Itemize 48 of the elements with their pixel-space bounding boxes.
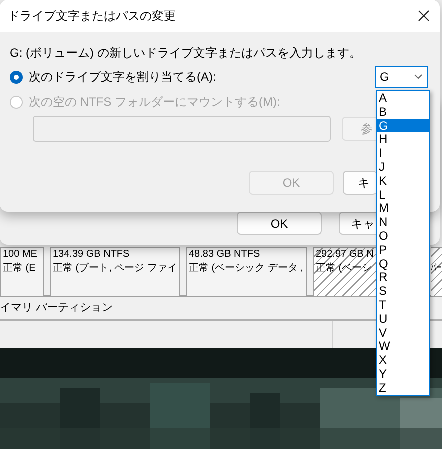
- partition-status: 正常 (E: [3, 262, 36, 276]
- drive-letter-option[interactable]: G: [377, 118, 429, 132]
- partition-block[interactable]: 100 ME 正常 (E: [0, 247, 44, 297]
- drive-letter-option[interactable]: W: [377, 339, 429, 354]
- dialog-button[interactable]: OK: [237, 212, 322, 235]
- drive-letter-option[interactable]: R: [377, 270, 429, 284]
- radio-label: 次のドライブ文字を割り当てる(A):: [29, 69, 216, 86]
- radio-label: 次の空の NTFS フォルダーにマウントする(M):: [29, 94, 280, 111]
- window-title: ドライブ文字またはパスの変更: [8, 8, 176, 25]
- drive-letter-dropdown[interactable]: G: [375, 66, 428, 88]
- partition-block[interactable]: パー: [431, 247, 442, 297]
- drive-letter-option[interactable]: Y: [377, 366, 429, 381]
- drive-letter-option[interactable]: P: [377, 242, 429, 257]
- drive-letter-option[interactable]: N: [377, 215, 429, 229]
- partition-size: 292.97 GB N: [316, 248, 374, 261]
- drive-letter-option[interactable]: Q: [377, 256, 429, 270]
- partition-block[interactable]: 134.39 GB NTFS 正常 (ブート, ページ ファイ: [50, 247, 180, 297]
- drive-letter-option[interactable]: B: [377, 104, 429, 119]
- drive-letter-option[interactable]: M: [377, 201, 429, 216]
- partition-block[interactable]: 48.83 GB NTFS 正常 (ベーシック データ ,: [186, 247, 307, 297]
- drive-letter-option[interactable]: S: [377, 284, 429, 298]
- drive-letter-option[interactable]: K: [377, 174, 429, 188]
- drive-letter-option[interactable]: I: [377, 146, 429, 160]
- partition-size: 100 ME: [3, 248, 38, 261]
- drive-letter-option[interactable]: O: [377, 228, 429, 243]
- close-icon[interactable]: [418, 10, 430, 22]
- drive-letter-option[interactable]: A: [377, 91, 429, 105]
- partition-size: 48.83 GB NTFS: [189, 248, 260, 261]
- chevron-down-icon: [414, 74, 423, 80]
- partition-status: 正常 (ブート, ページ ファイ: [53, 262, 178, 276]
- legend-label: イマリ パーティション: [0, 300, 114, 316]
- instruction-text: G: (ボリューム) の新しいドライブ文字またはパスを入力します。: [10, 45, 362, 62]
- drive-letter-option[interactable]: T: [377, 298, 429, 312]
- partition-status: 正常 (ベーシ: [316, 262, 372, 276]
- partition-block[interactable]: 292.97 GB N 正常 (ベーシ: [313, 247, 376, 297]
- radio-button[interactable]: [10, 70, 23, 84]
- partition-status: 正常 (ベーシック データ ,: [189, 262, 304, 276]
- dialog-button[interactable]: キャ: [339, 212, 378, 235]
- drive-letter-option[interactable]: L: [377, 188, 429, 202]
- drive-letter-option[interactable]: J: [377, 160, 429, 174]
- drive-letter-option[interactable]: X: [377, 353, 429, 367]
- dialog-button[interactable]: キ: [343, 171, 377, 195]
- drive-letter-option[interactable]: H: [377, 132, 429, 146]
- drive-letter-option[interactable]: Z: [377, 380, 429, 395]
- partition-size: 134.39 GB NTFS: [53, 248, 130, 261]
- drive-letter-option[interactable]: U: [377, 312, 429, 326]
- partition-status: パー: [431, 262, 442, 276]
- drive-letter-option[interactable]: V: [377, 326, 429, 340]
